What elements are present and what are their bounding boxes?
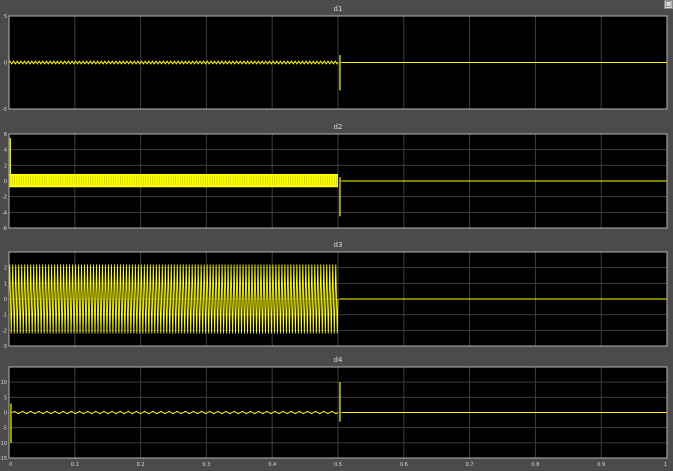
plot-panel-d3: d3 2 1 0 -1 -2 -3: [2, 241, 668, 350]
y-tick-label: -6: [2, 226, 7, 232]
y-tick-label: -4: [2, 210, 7, 216]
x-tick-label: 0.6: [400, 462, 408, 468]
y-tick-label: 0: [4, 297, 7, 303]
plot-panel-d2: d2 6 4 2 0 -2 -4 -6: [2, 123, 668, 232]
y-tick-label: 1: [4, 281, 7, 287]
y-tick-label: -10: [0, 441, 7, 447]
x-tick-label: 0.5: [334, 462, 342, 468]
y-tick-label: 0: [4, 179, 7, 185]
y-tick-label: 6: [4, 132, 7, 138]
plot-title: d2: [334, 123, 343, 131]
x-tick-label: 0: [9, 462, 12, 468]
y-tick-label: 5: [4, 14, 7, 20]
y-tick-label: -5: [2, 426, 7, 432]
plot-title: d1: [334, 5, 343, 13]
y-tick-label: 10: [1, 380, 7, 386]
y-tick-label: -2: [2, 328, 7, 334]
x-tick-label: 0.8: [531, 462, 539, 468]
y-tick-label: 0: [4, 411, 7, 417]
x-tick-label: 0.1: [71, 462, 79, 468]
y-tick-label: -15: [0, 456, 7, 462]
y-tick-label: 5: [4, 395, 7, 401]
x-tick-label: 0.3: [202, 462, 210, 468]
y-tick-label: 2: [4, 266, 7, 272]
x-tick-label: 0.4: [268, 462, 276, 468]
y-tick-label: 2: [4, 163, 7, 169]
plot-title: d4: [334, 356, 343, 364]
y-tick-label: -5: [2, 107, 7, 113]
y-tick-label: 0: [4, 61, 7, 67]
plot-panel-d4: d41050-5-10-1500.10.20.30.40.50.60.70.80…: [0, 356, 668, 468]
x-tick-label: 1: [664, 462, 667, 468]
y-tick-label: -2: [2, 195, 7, 201]
y-tick-label: 4: [4, 148, 7, 154]
y-tick-label: -1: [2, 313, 7, 319]
scope-display: d150-5d26420-2-4-6d3210-1-2-3d41050-5-10…: [0, 5, 668, 468]
plot-panel-d1: d1 5 0 -5: [2, 5, 668, 113]
x-tick-label: 0.9: [597, 462, 605, 468]
x-tick-label: 0.7: [466, 462, 474, 468]
x-tick-label: 0.2: [137, 462, 145, 468]
y-tick-label: -3: [2, 344, 7, 350]
plot-title: d3: [334, 241, 343, 249]
